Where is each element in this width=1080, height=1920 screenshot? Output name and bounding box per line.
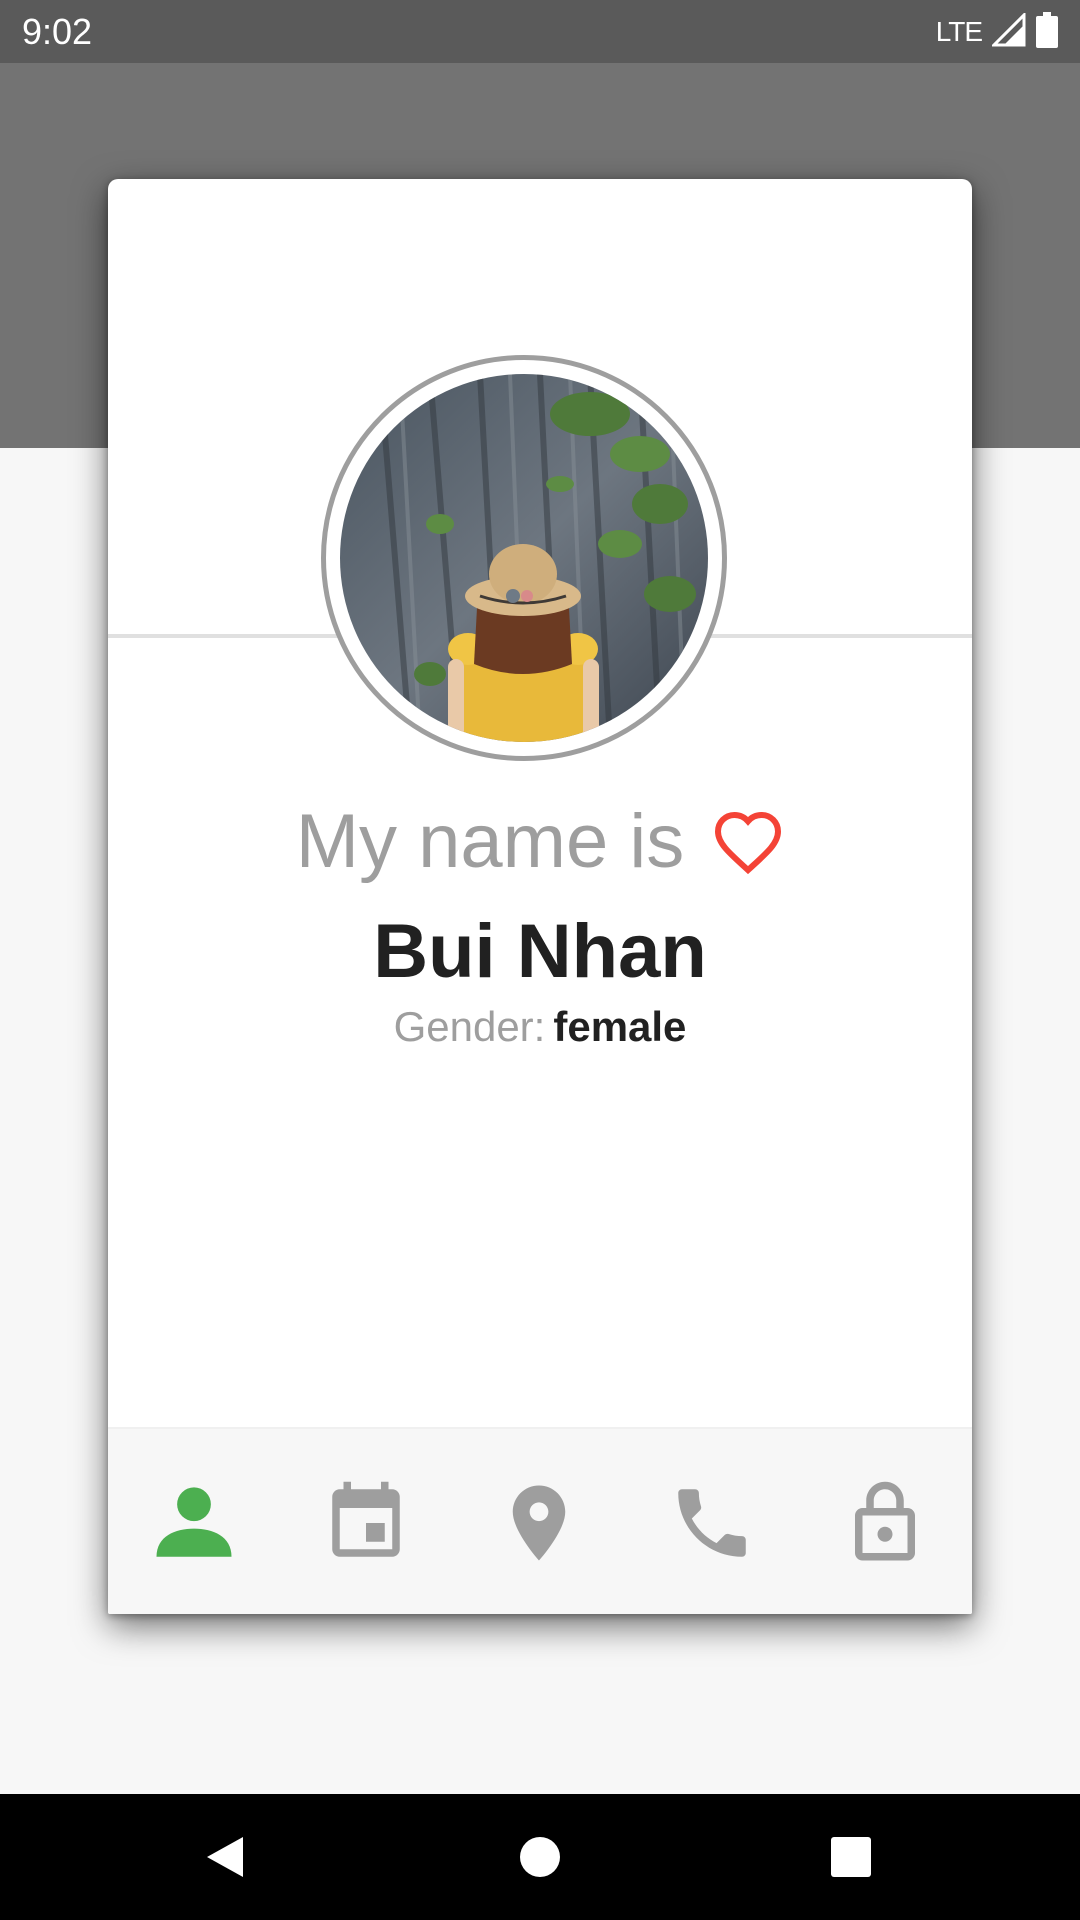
user-icon [156, 1486, 232, 1557]
phone-icon [678, 1488, 746, 1557]
profile-card: My name is Bui Nhan Gender: female [108, 179, 972, 1614]
tab-user[interactable] [108, 1429, 280, 1614]
calendar-icon [332, 1481, 400, 1557]
tab-calendar[interactable] [280, 1429, 452, 1614]
tab-bar [108, 1427, 972, 1614]
home-icon [520, 1837, 560, 1877]
title-label: My name is [295, 799, 685, 884]
person-name: Bui Nhan [373, 909, 707, 994]
location-icon [512, 1485, 566, 1560]
battery-icon [1036, 11, 1058, 53]
gender-label: Gender: [393, 1003, 546, 1050]
lock-icon [855, 1481, 915, 1560]
recents-icon [831, 1837, 871, 1877]
home-button[interactable] [505, 1822, 575, 1892]
gender-row: Gender: female [108, 999, 972, 1055]
tab-lock[interactable] [799, 1429, 971, 1614]
heart-icon[interactable] [712, 806, 784, 878]
signal-icon [990, 10, 1026, 52]
back-button[interactable] [190, 1822, 260, 1892]
navigation-bar [0, 1794, 1080, 1920]
app-screen: 9:02 LTE My name is Bui Nhan Gender: fem… [0, 0, 1080, 1920]
tab-phone[interactable] [626, 1429, 798, 1614]
status-time: 9:02 [22, 11, 93, 52]
status-icons: LTE [935, 10, 1058, 53]
tab-location[interactable] [453, 1429, 625, 1614]
title-row: My name is [108, 797, 972, 887]
status-bar: 9:02 LTE [0, 0, 1080, 63]
network-type: LTE [935, 16, 983, 47]
back-icon [207, 1837, 243, 1877]
gender-value: female [553, 1003, 687, 1050]
avatar [340, 374, 708, 742]
recents-button[interactable] [816, 1822, 886, 1892]
